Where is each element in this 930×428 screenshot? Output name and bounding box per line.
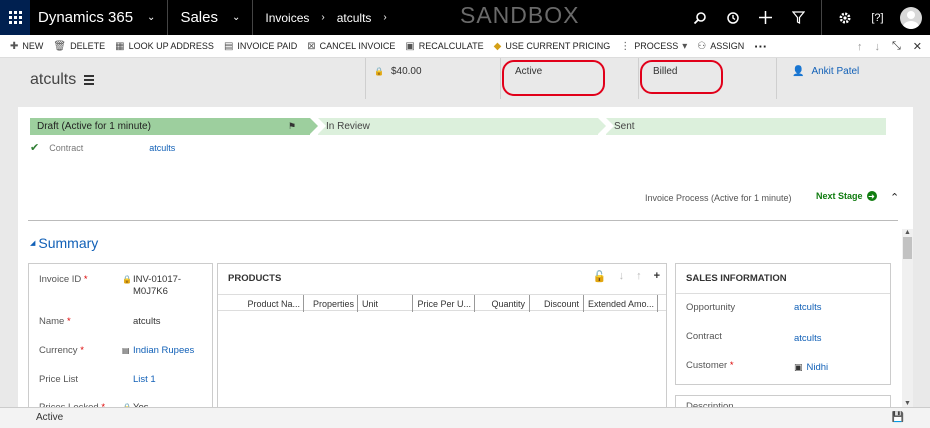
trash-icon: 🗑 xyxy=(53,40,67,52)
environment-label: SANDBOX xyxy=(460,2,580,28)
caret-down-icon: ▾ xyxy=(682,40,688,52)
vertical-scrollbar[interactable]: ▲ ▼ xyxy=(902,229,913,407)
recalculate-button[interactable]: ▣ RECALCULATE xyxy=(405,41,483,52)
search-icon[interactable] xyxy=(683,0,716,35)
arrow-down-icon[interactable]: ↓ xyxy=(874,41,880,53)
assign-button[interactable]: ⚇ ASSIGN xyxy=(697,41,744,52)
products-title: PRODUCTS xyxy=(228,273,282,284)
more-commands-icon[interactable]: ··· xyxy=(754,39,767,54)
cancel-doc-icon: ⊠ xyxy=(307,40,316,52)
minimize-icon[interactable]: ⤡ xyxy=(892,40,901,53)
record-form: Draft (Active for 1 minute) ⚑ In Review … xyxy=(18,107,913,415)
breadcrumb-invoices[interactable]: Invoices xyxy=(265,11,309,25)
app-launcher-icon[interactable] xyxy=(0,0,30,35)
header-owner[interactable]: 👤 Ankit Patel xyxy=(792,66,859,77)
column-header[interactable]: Unit xyxy=(358,295,413,312)
app-name: Dynamics 365 xyxy=(38,9,134,26)
stage-in-review[interactable]: In Review xyxy=(318,118,598,135)
process-button[interactable]: ⋮ PROCESS ▾ xyxy=(620,41,687,52)
column-header[interactable]: Price Per U... xyxy=(413,295,475,312)
highlight-circle xyxy=(640,60,723,94)
collapse-icon[interactable]: ⌃ xyxy=(890,191,899,204)
top-navigation-bar: Dynamics 365 ⌄ Sales ⌄ Invoices › atcult… xyxy=(0,0,930,35)
stage-draft[interactable]: Draft (Active for 1 minute) ⚑ xyxy=(30,118,310,135)
status-bar: Active 💾 xyxy=(0,407,930,428)
gear-icon[interactable] xyxy=(828,0,861,35)
close-icon[interactable]: ✕ xyxy=(913,40,922,53)
scroll-up-icon[interactable]: ▲ xyxy=(904,229,911,236)
chevron-right-icon[interactable]: › xyxy=(383,12,386,23)
assign-icon: ⚇ xyxy=(697,40,707,52)
user-icon: 👤 xyxy=(792,66,805,77)
record-header: atcults 🔒 $40.00 Active Billed 👤 Ankit P… xyxy=(0,58,930,99)
scrollbar-thumb[interactable] xyxy=(903,237,912,259)
plus-icon[interactable] xyxy=(749,0,782,35)
column-header[interactable]: Properties xyxy=(304,295,358,312)
add-product-icon[interactable]: + xyxy=(654,270,660,283)
column-header[interactable]: Discount xyxy=(530,295,584,312)
highlight-circle xyxy=(502,60,605,96)
scroll-down-icon[interactable]: ▼ xyxy=(904,400,911,407)
menu-icon[interactable] xyxy=(84,73,95,87)
area-switcher[interactable]: Sales ⌄ xyxy=(168,0,254,35)
collapse-triangle-icon: ◢ xyxy=(30,240,36,247)
lock-icon: 🔒 xyxy=(374,67,384,76)
breadcrumb: Invoices › atcults › xyxy=(253,0,386,35)
lock-icon: 🔒 xyxy=(122,275,132,284)
address-icon: ▦ xyxy=(115,40,125,52)
plus-icon: ✚ xyxy=(10,40,19,52)
summary-panel: Invoice ID * 🔒 INV-01017- M0J7K6 Name * … xyxy=(28,263,213,413)
business-process-flow: Draft (Active for 1 minute) ⚑ In Review … xyxy=(30,118,886,135)
process-icon: ⋮ xyxy=(620,40,631,52)
step-value[interactable]: atcults xyxy=(149,143,175,153)
move-down-icon[interactable]: ↓ xyxy=(619,270,625,283)
save-icon[interactable]: 💾 xyxy=(892,412,904,423)
checkmark-icon: ✔ xyxy=(30,142,40,154)
step-label: Contract xyxy=(49,142,84,153)
chevron-down-icon: ⌄ xyxy=(231,12,241,23)
new-button[interactable]: ✚ NEW xyxy=(10,41,43,52)
calculator-icon: ▣ xyxy=(405,40,415,52)
look-up-address-button[interactable]: ▦ LOOK UP ADDRESS xyxy=(115,41,214,52)
unlock-icon[interactable]: 🔓 xyxy=(593,270,607,283)
section-summary[interactable]: ◢ Summary xyxy=(30,235,98,251)
header-amount: 🔒 $40.00 xyxy=(374,66,422,77)
arrow-right-icon: ➜ xyxy=(866,191,877,201)
use-current-pricing-button[interactable]: ◆ USE CURRENT PRICING xyxy=(494,41,611,52)
history-icon[interactable] xyxy=(716,0,749,35)
next-stage-button[interactable]: Next Stage ➜ xyxy=(816,191,877,201)
stage-sent[interactable]: Sent xyxy=(606,118,886,135)
breadcrumb-record[interactable]: atcults xyxy=(337,11,372,25)
column-header[interactable]: Quantity xyxy=(475,295,530,312)
column-header[interactable]: Extended Amo... xyxy=(584,295,658,312)
flag-icon: ⚑ xyxy=(287,121,296,131)
process-step: ✔ Contract atcults xyxy=(30,141,175,154)
delete-button[interactable]: 🗑 DELETE xyxy=(53,41,105,52)
tag-icon: ◆ xyxy=(493,40,502,52)
arrow-up-icon[interactable]: ↑ xyxy=(857,41,863,53)
help-icon[interactable]: [?] xyxy=(861,0,894,35)
cancel-invoice-button[interactable]: ⊠ CANCEL INVOICE xyxy=(307,41,395,52)
contact-card-icon: ▣ xyxy=(794,362,803,372)
record-title: atcults xyxy=(30,71,95,89)
move-up-icon[interactable]: ↑ xyxy=(636,270,642,283)
products-header-row: Product Na... Properties Unit Price Per … xyxy=(218,294,666,312)
invoice-paid-button[interactable]: ▤ INVOICE PAID xyxy=(224,41,297,52)
products-grid: PRODUCTS 🔓 ↓ ↑ + Product Na... Propertie… xyxy=(217,263,667,411)
command-bar: ✚ NEW 🗑 DELETE ▦ LOOK UP ADDRESS ▤ INVOICE P… xyxy=(0,35,930,58)
chevron-right-icon: › xyxy=(321,12,325,23)
process-status: Invoice Process (Active for 1 minute) xyxy=(645,193,792,203)
sales-information-title: SALES INFORMATION xyxy=(686,273,787,284)
document-icon: ▤ xyxy=(223,40,234,52)
app-switcher[interactable]: Dynamics 365 ⌄ xyxy=(30,0,169,35)
sales-information-panel: SALES INFORMATION Opportunity atcults Co… xyxy=(675,263,891,385)
filter-icon[interactable] xyxy=(782,0,815,35)
area-name: Sales xyxy=(180,9,218,26)
avatar[interactable] xyxy=(900,6,922,29)
lookup-icon: ▤ xyxy=(122,346,130,355)
column-header[interactable]: Product Na... xyxy=(218,295,304,312)
footer-status: Active xyxy=(36,412,64,423)
chevron-down-icon: ⌄ xyxy=(147,12,156,23)
